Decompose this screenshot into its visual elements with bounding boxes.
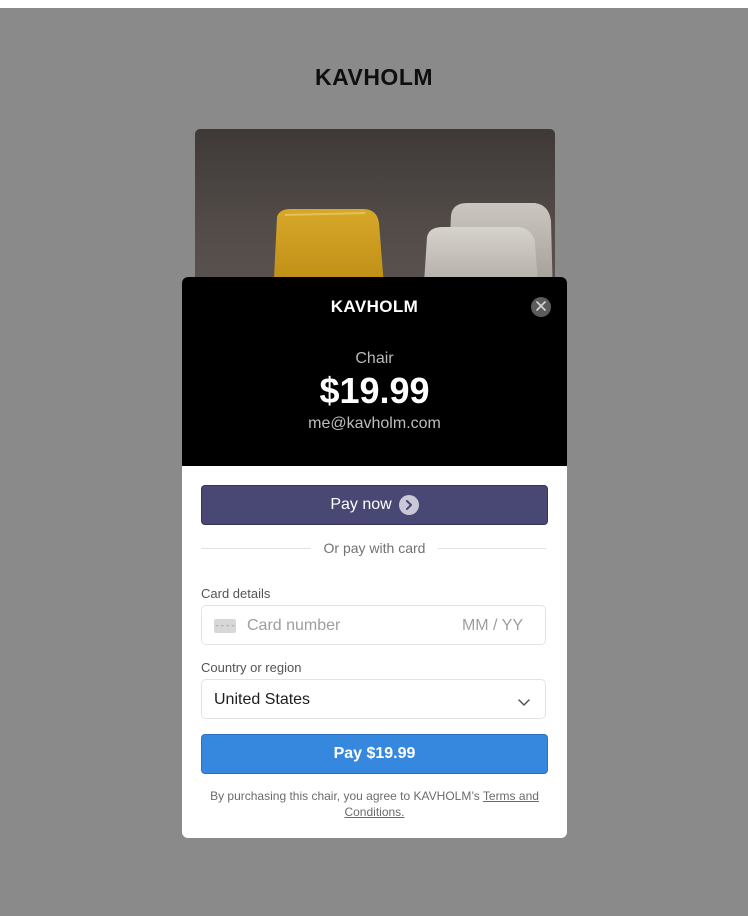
pay-now-button[interactable]: Pay now xyxy=(201,485,548,525)
card-expiry-input[interactable]: MM / YY xyxy=(462,617,523,635)
close-icon xyxy=(536,298,546,316)
modal-brand-title: KAVHOLM xyxy=(330,297,419,316)
page-brand-title: KAVHOLM xyxy=(314,64,434,90)
country-select[interactable]: United States xyxy=(201,679,546,719)
card-details-label: Card details xyxy=(201,586,271,601)
pay-button-label: Pay $19.99 xyxy=(333,745,416,762)
divider-line-right xyxy=(438,548,546,549)
country-label: Country or region xyxy=(201,660,302,675)
payment-form: Pay now Or pay with card Card details --… xyxy=(182,466,567,838)
credit-card-icon: ---- xyxy=(214,619,236,633)
checkout-modal: KAVHOLM Chair $19.99 me@kavholm.com Pay … xyxy=(182,277,567,838)
card-input-field[interactable]: ---- Card number MM / YY xyxy=(201,605,546,645)
product-name: Chair xyxy=(355,350,394,367)
checkout-header: KAVHOLM Chair $19.99 me@kavholm.com xyxy=(182,277,567,466)
country-select-value: United States xyxy=(214,691,311,708)
pay-now-label: Pay now xyxy=(330,496,392,513)
product-price: $19.99 xyxy=(319,370,430,411)
chevron-right-icon xyxy=(398,495,419,515)
browser-top-bar xyxy=(0,0,748,8)
pay-button[interactable]: Pay $19.99 xyxy=(201,734,548,774)
chevron-down-icon xyxy=(518,694,530,712)
legal-notice: By purchasing this chair, you agree to K… xyxy=(196,788,553,820)
card-number-input[interactable]: Card number xyxy=(247,617,340,635)
legal-text: By purchasing this chair, you agree to K… xyxy=(210,789,483,803)
customer-email: me@kavholm.com xyxy=(308,415,441,432)
close-button[interactable] xyxy=(531,297,551,317)
product-photo xyxy=(195,129,555,299)
